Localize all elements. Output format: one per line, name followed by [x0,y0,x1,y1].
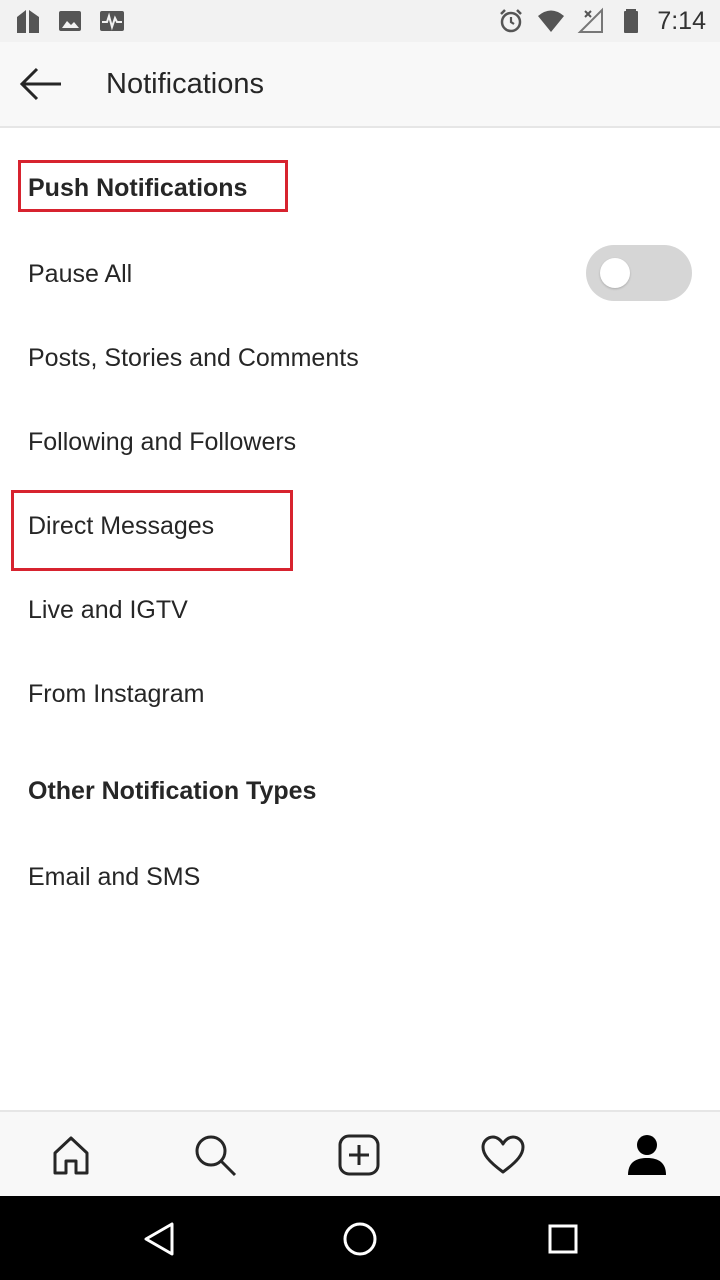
list-item-label: From Instagram [28,680,205,708]
status-bar: 7:14 [0,0,720,42]
battery-icon [624,9,639,33]
tab-activity[interactable] [476,1128,530,1182]
status-time: 7:14 [657,6,706,35]
nav-back-button[interactable] [134,1214,184,1264]
tab-home[interactable] [44,1128,98,1182]
list-item-direct-messages[interactable]: Direct Messages [0,490,720,562]
nav-recents-button[interactable] [538,1214,588,1264]
pause-all-toggle[interactable] [586,245,692,301]
alarm-icon [500,9,523,33]
tab-search[interactable] [188,1128,242,1182]
list-item-label: Posts, Stories and Comments [28,344,359,372]
page-title: Notifications [106,68,264,100]
toggle-knob [600,258,630,288]
section-header-push: Push Notifications [28,174,248,202]
recents-square-icon [548,1224,578,1254]
list-item-label: Email and SMS [28,863,201,891]
list-item-live-igtv[interactable]: Live and IGTV [0,574,720,646]
tab-add-post[interactable] [332,1128,386,1182]
profile-icon [628,1135,666,1175]
home-circle-icon [343,1222,377,1256]
add-post-icon [338,1134,380,1176]
heart-icon [481,1135,525,1174]
list-item-label: Live and IGTV [28,596,188,624]
status-left-icons [14,6,126,36]
image-icon [59,11,81,31]
activity-icon [100,11,124,31]
list-item-from-instagram[interactable]: From Instagram [0,658,720,730]
search-icon [195,1135,237,1177]
no-signal-icon [577,7,604,33]
app-icon [17,10,39,33]
list-item-posts-stories-comments[interactable]: Posts, Stories and Comments [0,322,720,394]
bottom-tab-bar [0,1110,720,1196]
back-triangle-icon [144,1222,174,1256]
android-nav-bar [0,1196,720,1280]
nav-home-button[interactable] [335,1214,385,1264]
section-header-other: Other Notification Types [28,777,317,805]
app-bar: Notifications [0,42,720,128]
list-item-label: Direct Messages [28,512,215,540]
wifi-icon [538,10,565,32]
arrow-left-icon [19,67,61,101]
status-right-icons: 7:14 [497,6,706,36]
back-button[interactable] [14,59,68,109]
tab-profile[interactable] [620,1128,674,1182]
list-item-following-followers[interactable]: Following and Followers [0,406,720,478]
home-icon [53,1136,89,1175]
list-item-label: Pause All [28,260,133,288]
list-item-label: Following and Followers [28,428,297,456]
list-item-email-sms[interactable]: Email and SMS [0,841,720,913]
